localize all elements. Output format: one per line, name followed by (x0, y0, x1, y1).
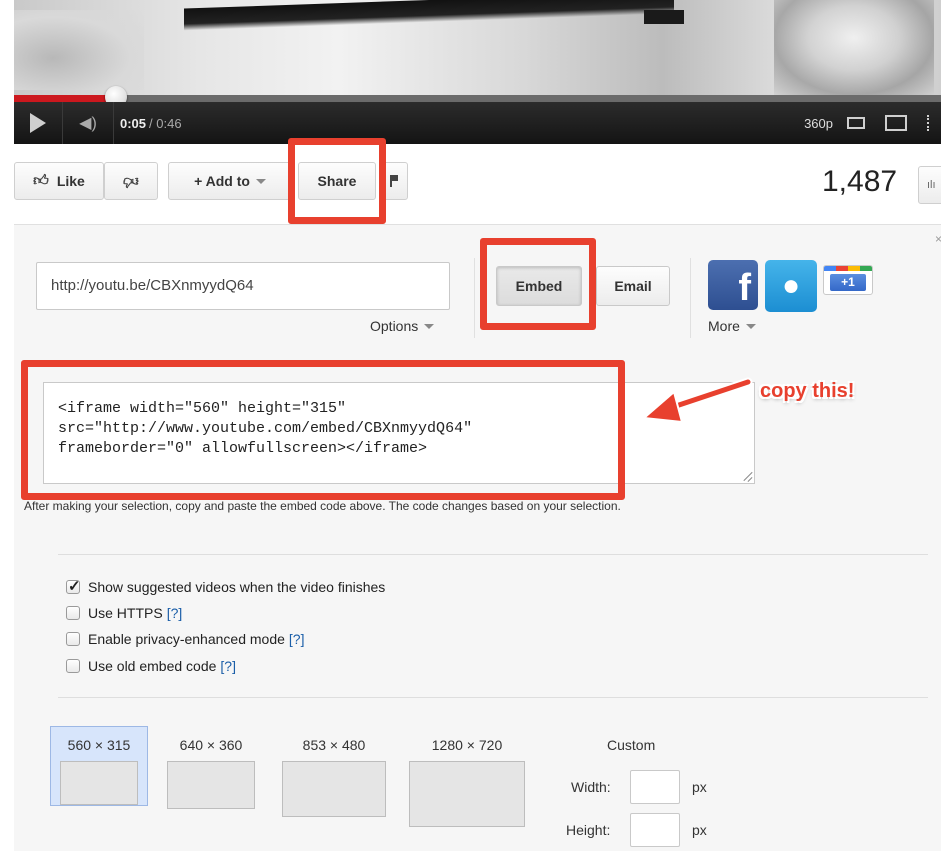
current-time: 0:05 (120, 115, 147, 131)
twitter-icon[interactable]: ● (765, 260, 817, 312)
flag-icon (390, 175, 400, 187)
progress-bar[interactable] (14, 95, 941, 102)
thumbs-up-icon: 👍︎ (33, 172, 49, 189)
embed-option-label: Use old embed code (88, 658, 217, 674)
size-preview-box (282, 761, 386, 817)
view-count: 1,487 (822, 165, 898, 198)
size-preset-label: 853 × 480 (302, 737, 366, 753)
google-plus-one-button[interactable]: +1 (823, 265, 873, 295)
large-player-icon[interactable] (885, 115, 907, 131)
like-button[interactable]: 👍︎ Like (14, 162, 104, 200)
quality-button[interactable]: 360p (804, 116, 833, 131)
more-label: More (708, 318, 740, 334)
embed-highlight-box (480, 238, 596, 330)
help-link[interactable]: [?] (167, 605, 183, 621)
video-frame[interactable] (14, 0, 941, 95)
divider (474, 258, 475, 338)
thumbs-down-icon: 👍︎ (123, 173, 139, 190)
chevron-down-icon (255, 178, 266, 184)
size-preset-label: 560 × 315 (67, 737, 131, 753)
custom-size-label: Custom (607, 737, 656, 753)
embed-option-row[interactable]: Enable privacy-enhanced mode [?] (66, 631, 304, 647)
checkbox[interactable] (66, 632, 80, 646)
speaker-icon: ◀) (79, 115, 97, 132)
help-link[interactable]: [?] (289, 631, 305, 647)
short-url-field[interactable]: http://youtu.be/CBXnmyydQ64 (36, 262, 450, 310)
embed-option-row[interactable]: Use old embed code [?] (66, 658, 236, 674)
size-preset[interactable]: 560 × 315 (50, 726, 148, 806)
stats-button[interactable]: ılı (918, 166, 941, 204)
divider (58, 554, 928, 555)
checkbox[interactable] (66, 606, 80, 620)
embed-option-row[interactable]: Use HTTPS [?] (66, 605, 182, 621)
height-unit: px (692, 822, 707, 838)
total-time: / 0:46 (149, 115, 182, 131)
divider (113, 102, 114, 144)
checkbox[interactable] (66, 659, 80, 673)
embed-option-label: Use HTTPS (88, 605, 163, 621)
video-content-shape (644, 10, 684, 24)
like-label: Like (56, 173, 85, 189)
volume-button[interactable]: ◀) (63, 102, 113, 144)
close-icon[interactable]: × (935, 232, 941, 246)
bar-chart-icon: ılı (927, 179, 936, 191)
code-highlight-box (21, 360, 625, 500)
chevron-down-icon (424, 323, 435, 329)
width-unit: px (692, 779, 707, 795)
divider (58, 697, 928, 698)
facebook-icon[interactable]: f (708, 260, 758, 310)
add-to-label: + Add to (194, 173, 250, 189)
share-highlight-box (288, 138, 386, 224)
options-dropdown[interactable]: Options (370, 318, 435, 334)
embed-option-label: Show suggested videos when the video fin… (88, 579, 386, 595)
video-content-shape (184, 0, 674, 31)
more-dropdown[interactable]: More (708, 318, 756, 334)
height-label: Height: (566, 822, 611, 838)
add-to-button[interactable]: + Add to (168, 162, 292, 200)
size-preset-label: 640 × 360 (179, 737, 243, 753)
progress-played (14, 95, 116, 102)
size-preview-box (409, 761, 525, 827)
plus-one-label: +1 (830, 274, 866, 291)
size-preview-box (167, 761, 255, 809)
checkbox[interactable] (66, 577, 81, 595)
width-input[interactable] (630, 770, 680, 804)
embed-option-row[interactable]: Show suggested videos when the video fin… (66, 577, 386, 595)
small-player-icon[interactable] (847, 117, 865, 129)
copy-annotation: copy this! (760, 380, 855, 402)
height-input[interactable] (630, 813, 680, 847)
width-label: Width: (571, 779, 611, 795)
options-label: Options (370, 318, 419, 334)
play-button[interactable] (14, 102, 62, 144)
size-preset-label: 1280 × 720 (431, 737, 503, 753)
google-color-stripe (824, 266, 872, 271)
divider (690, 258, 691, 338)
video-content (14, 10, 144, 90)
resize-grip-icon[interactable] (741, 470, 753, 482)
help-link[interactable]: [?] (220, 658, 236, 674)
embed-option-label: Enable privacy-enhanced mode (88, 631, 285, 647)
size-preset[interactable]: 1280 × 720 (405, 737, 529, 827)
size-preset[interactable]: 853 × 480 (280, 737, 388, 817)
video-content-shape (774, 0, 934, 95)
email-button[interactable]: Email (596, 266, 670, 306)
pointer-arrow-icon (641, 377, 753, 424)
dislike-button[interactable]: 👍︎ (104, 162, 158, 200)
play-icon (30, 113, 46, 133)
size-preview-box (60, 761, 138, 805)
size-preset[interactable]: 640 × 360 (162, 737, 260, 809)
chevron-down-icon (745, 323, 756, 329)
email-label: Email (614, 278, 652, 294)
player-controls: ◀) 0:05 / 0:46 360p (14, 102, 941, 144)
fullscreen-icon[interactable] (927, 115, 937, 131)
